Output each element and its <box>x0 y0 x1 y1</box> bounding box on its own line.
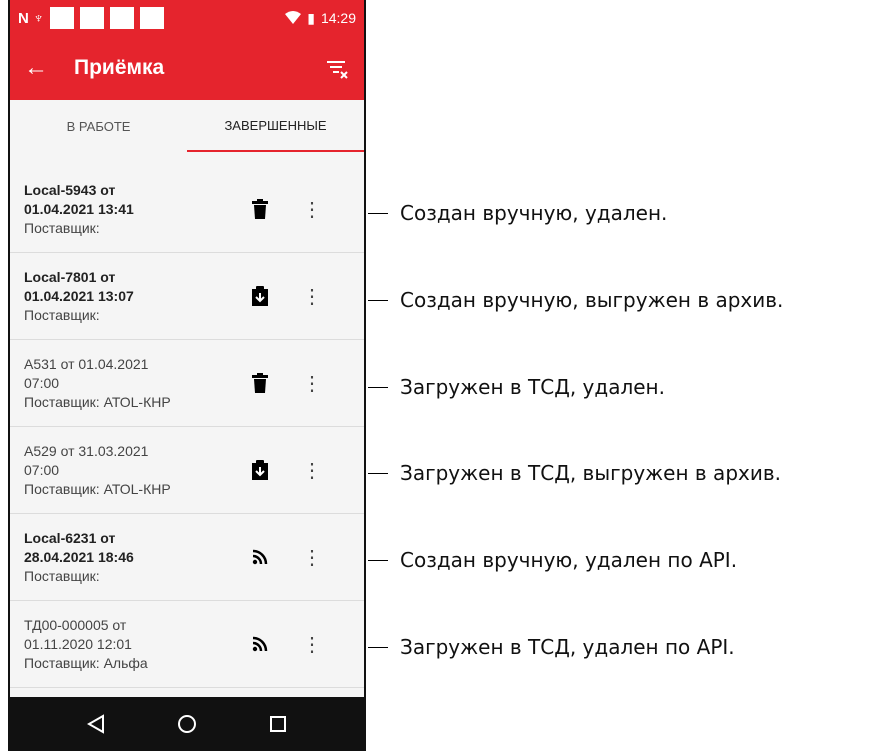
status-time: 14:29 <box>320 10 356 26</box>
phone-screen: N ♆ ▮ 14:29 ← Приёмка В РАБОТЕ ЗАВЕРШЕНН… <box>8 0 366 751</box>
list-item[interactable]: ТД00-000005 от 01.11.2020 12:01 Поставщи… <box>10 601 364 688</box>
item-line-2: 07:00 <box>24 374 60 391</box>
item-text: Local-6231 от 28.04.2021 18:46 Поставщик… <box>24 529 240 586</box>
annotation-2: Создан вручную, выгружен в архив. <box>368 285 783 315</box>
item-line-1: А529 от 31.03.2021 <box>24 442 149 459</box>
wifi-icon <box>285 11 302 24</box>
item-line-1: Local-7801 от <box>24 268 116 285</box>
tab-completed[interactable]: ЗАВЕРШЕННЫЕ <box>187 100 364 152</box>
more-menu-icon[interactable]: ⋮ <box>280 458 322 483</box>
item-line-2: 01.11.2020 12:01 <box>24 635 132 652</box>
more-menu-icon[interactable]: ⋮ <box>280 632 322 657</box>
item-text: А531 от 01.04.2021 07:00 Поставщик: АТОL… <box>24 355 240 412</box>
trash-icon <box>240 363 280 403</box>
annotation-leader <box>368 559 388 561</box>
item-line-1: Local-6231 от <box>24 529 116 546</box>
item-line-1: Local-5943 от <box>24 181 116 198</box>
item-supplier: Поставщик: <box>24 306 100 323</box>
nav-home-icon[interactable] <box>172 709 202 739</box>
item-supplier: Поставщик: Альфа <box>24 654 148 671</box>
tab-bar: В РАБОТЕ ЗАВЕРШЕННЫЕ <box>10 100 364 152</box>
annotation-6: Загружен в ТСД, удален по API. <box>368 632 735 662</box>
app-bar: ← Приёмка <box>10 36 364 100</box>
item-supplier: Поставщик: АТОL-КНР <box>24 393 171 410</box>
notification-placeholder-3 <box>110 7 135 29</box>
annotation-text: Создан вручную, удален. <box>400 201 668 225</box>
trash-icon <box>240 189 280 229</box>
annotation-leader <box>368 646 388 648</box>
item-supplier: Поставщик: <box>24 219 100 236</box>
item-line-2: 28.04.2021 18:46 <box>24 548 134 565</box>
notification-placeholder-2 <box>80 7 105 29</box>
clipboard-download-icon <box>240 450 280 490</box>
item-supplier: Поставщик: <box>24 567 100 584</box>
clipboard-download-icon <box>240 276 280 316</box>
item-line-1: ТД00-000005 от <box>24 616 127 633</box>
back-arrow-icon[interactable]: ← <box>24 54 64 82</box>
status-bar: N ♆ ▮ 14:29 <box>10 0 364 36</box>
rss-icon <box>240 624 280 664</box>
status-left: N ♆ <box>18 7 165 29</box>
item-line-1: А531 от 01.04.2021 <box>24 355 149 372</box>
annotation-leader <box>368 386 388 388</box>
item-text: ТД00-000005 от 01.11.2020 12:01 Поставщи… <box>24 616 240 673</box>
notification-placeholder-4 <box>140 7 165 29</box>
more-menu-icon[interactable]: ⋮ <box>280 284 322 309</box>
list-item[interactable]: Local-7801 от 01.04.2021 13:07 Поставщик… <box>10 253 364 340</box>
annotation-4: Загружен в ТСД, выгружен в архив. <box>368 458 781 488</box>
item-line-2: 07:00 <box>24 461 60 478</box>
more-menu-icon[interactable]: ⋮ <box>280 545 322 570</box>
annotation-3: Загружен в ТСД, удален. <box>368 372 665 402</box>
list-item[interactable]: А531 от 01.04.2021 07:00 Поставщик: АТОL… <box>10 340 364 427</box>
nav-recents-icon[interactable] <box>263 709 293 739</box>
annotation-text: Создан вручную, выгружен в архив. <box>400 288 784 312</box>
item-text: Local-5943 от 01.04.2021 13:41 Поставщик… <box>24 181 240 238</box>
nav-back-icon[interactable] <box>81 709 111 739</box>
annotation-leader <box>368 472 388 474</box>
annotation-text: Загружен в ТСД, удален по API. <box>400 635 735 659</box>
list-item[interactable]: А529 от 31.03.2021 07:00 Поставщик: АТОL… <box>10 427 364 514</box>
document-list: Local-5943 от 01.04.2021 13:41 Поставщик… <box>10 166 364 688</box>
battery-icon: ▮ <box>307 9 315 26</box>
more-menu-icon[interactable]: ⋮ <box>280 371 322 396</box>
item-line-2: 01.04.2021 13:07 <box>24 287 134 304</box>
page-title: Приёмка <box>74 56 165 79</box>
item-text: Local-7801 от 01.04.2021 13:07 Поставщик… <box>24 268 240 325</box>
notification-glyphs: N ♆ <box>18 9 45 27</box>
annotation-leader <box>368 299 388 301</box>
list-item[interactable]: Local-5943 от 01.04.2021 13:41 Поставщик… <box>10 166 364 253</box>
list-item[interactable]: Local-6231 от 28.04.2021 18:46 Поставщик… <box>10 514 364 601</box>
annotation-leader <box>368 212 388 214</box>
status-right: ▮ 14:29 <box>285 10 356 27</box>
annotation-text: Создан вручную, удален по API. <box>400 548 738 572</box>
filter-clear-icon[interactable] <box>324 55 350 81</box>
item-text: А529 от 31.03.2021 07:00 Поставщик: АТОL… <box>24 442 240 499</box>
annotation-text: Загружен в ТСД, выгружен в архив. <box>400 461 781 485</box>
notification-placeholder-1 <box>50 7 75 29</box>
system-nav-bar <box>10 697 364 751</box>
item-supplier: Поставщик: АТОL-КНР <box>24 480 171 497</box>
item-line-2: 01.04.2021 13:41 <box>24 200 134 217</box>
annotation-1: Создан вручную, удален. <box>368 198 667 228</box>
annotation-5: Создан вручную, удален по API. <box>368 545 737 575</box>
more-menu-icon[interactable]: ⋮ <box>280 197 322 222</box>
rss-icon <box>240 537 280 577</box>
annotation-text: Загружен в ТСД, удален. <box>400 375 665 399</box>
tab-in-progress[interactable]: В РАБОТЕ <box>10 100 187 152</box>
